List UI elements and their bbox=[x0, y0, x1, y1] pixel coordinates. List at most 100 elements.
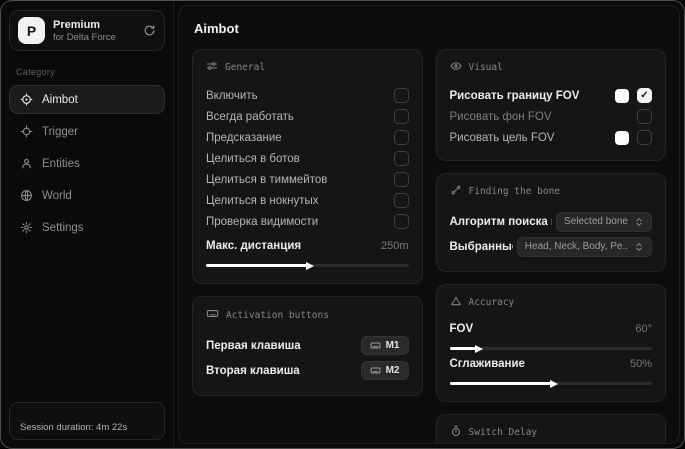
fov-target-row: Рисовать цель FOV bbox=[449, 127, 652, 148]
sidebar-item-label: World bbox=[42, 189, 72, 202]
first-key-label: Первая клавиша bbox=[206, 339, 301, 352]
sidebar-item-label: Entities bbox=[42, 157, 80, 170]
refresh-icon[interactable] bbox=[143, 24, 156, 37]
checkbox-fov-border[interactable] bbox=[637, 88, 652, 103]
fov-background-label: Рисовать фон FOV bbox=[449, 110, 552, 123]
sidebar-item-entities[interactable]: Entities bbox=[9, 149, 165, 178]
checkbox-fov-background[interactable] bbox=[637, 109, 652, 124]
sidebar-item-label: Trigger bbox=[42, 125, 78, 138]
fov-slider-group: FOV 60° bbox=[449, 320, 652, 350]
session-duration-box: Session duration: 4m 22s bbox=[9, 402, 165, 440]
toggle-label: Целиться в тиммейтов bbox=[206, 173, 328, 186]
sidebar-item-label: Aimbot bbox=[42, 93, 78, 106]
product-logo: P bbox=[18, 17, 45, 44]
trigger-crosshair-icon bbox=[20, 125, 33, 138]
selected-bones-select[interactable]: Head, Neck, Body, Pe.. bbox=[516, 236, 652, 257]
fov-slider-value: 60° bbox=[635, 323, 652, 335]
fov-target-color-swatch[interactable] bbox=[615, 130, 629, 145]
sidebar-item-label: Settings bbox=[42, 221, 84, 234]
sidebar-item-aimbot[interactable]: Aimbot bbox=[9, 85, 165, 114]
toggle-row-enable: Включить bbox=[206, 85, 409, 106]
second-key-button[interactable]: M2 bbox=[360, 361, 409, 380]
bone-icon bbox=[450, 184, 462, 199]
toggle-row-always-work: Всегда работать bbox=[206, 106, 409, 127]
max-distance-slider-group: Макс. дистанция 250m bbox=[206, 237, 409, 267]
gear-icon bbox=[20, 221, 33, 234]
sidebar-item-trigger[interactable]: Trigger bbox=[9, 117, 165, 146]
max-distance-value: 250m bbox=[380, 240, 409, 252]
product-subtitle: for Delta Force bbox=[53, 31, 116, 43]
switch-delay-card: Switch Delay Задержка переключения Задер… bbox=[435, 414, 666, 443]
selected-bones-label: Выбранные кости bbox=[449, 240, 513, 253]
switch-delay-header: Switch Delay bbox=[450, 425, 653, 440]
toggle-label: Целиться в ботов bbox=[206, 152, 300, 165]
accuracy-header: Accuracy bbox=[450, 295, 653, 310]
smoothing-slider[interactable] bbox=[449, 382, 652, 385]
triangle-icon bbox=[450, 295, 462, 310]
selected-bones-row: Выбранные кости Head, Neck, Body, Pe.. bbox=[449, 234, 652, 259]
entities-person-icon bbox=[20, 157, 33, 170]
globe-icon bbox=[20, 189, 33, 202]
sliders-icon bbox=[206, 60, 218, 75]
max-distance-label: Макс. дистанция bbox=[206, 240, 302, 252]
fov-slider-label: FOV bbox=[449, 323, 474, 335]
fov-target-label: Рисовать цель FOV bbox=[449, 131, 555, 144]
checkbox-target-bots[interactable] bbox=[393, 151, 409, 166]
smoothing-slider-value: 50% bbox=[629, 358, 652, 370]
activation-header: Activation buttons bbox=[206, 307, 409, 323]
toggle-label: Целиться в нокнутых bbox=[206, 194, 319, 207]
toggle-row-prediction: Предсказание bbox=[206, 127, 409, 148]
fov-background-row: Рисовать фон FOV bbox=[449, 106, 652, 127]
finding-bone-card: Finding the bone Алгоритм поиска кости S… bbox=[435, 173, 666, 272]
app-window: P Premium for Delta Force Category Aimbo… bbox=[0, 0, 685, 449]
sidebar: P Premium for Delta Force Category Aimbo… bbox=[1, 1, 174, 448]
bone-algorithm-select[interactable]: Selected bone bbox=[556, 211, 652, 232]
page-title: Aimbot bbox=[194, 21, 239, 36]
bone-algorithm-label: Алгоритм поиска кости bbox=[449, 215, 553, 228]
smoothing-slider-group: Сглаживание 50% bbox=[449, 355, 652, 385]
chevrons-up-down-icon bbox=[636, 242, 642, 251]
bone-algorithm-row: Алгоритм поиска кости Selected bone bbox=[449, 209, 652, 234]
fov-slider[interactable] bbox=[449, 347, 652, 350]
toggle-row-target-teammates: Целиться в тиммейтов bbox=[206, 169, 409, 190]
toggle-row-visibility-check: Проверка видимости bbox=[206, 211, 409, 232]
bone-header: Finding the bone bbox=[450, 184, 653, 199]
stopwatch-icon bbox=[450, 425, 462, 440]
main-panel: Aimbot General Включить Всегда работать … bbox=[178, 5, 680, 444]
visual-card: Visual Рисовать границу FOV Рисовать фон… bbox=[435, 49, 666, 161]
second-key-label: Вторая клавиша bbox=[206, 364, 300, 377]
checkbox-always-work[interactable] bbox=[393, 109, 409, 124]
sidebar-item-settings[interactable]: Settings bbox=[9, 213, 165, 242]
sidebar-item-world[interactable]: World bbox=[9, 181, 165, 210]
accuracy-card: Accuracy FOV 60° Сглаживание 50% bbox=[435, 284, 666, 402]
toggle-label: Включить bbox=[206, 89, 258, 102]
smoothing-slider-label: Сглаживание bbox=[449, 358, 525, 370]
product-card: P Premium for Delta Force bbox=[9, 10, 165, 51]
category-label: Category bbox=[16, 67, 55, 77]
checkbox-target-knocked[interactable] bbox=[393, 193, 409, 208]
checkbox-prediction[interactable] bbox=[393, 130, 409, 145]
eye-icon bbox=[449, 60, 462, 75]
first-key-row: Первая клавиша M1 bbox=[206, 333, 409, 358]
keyboard-icon bbox=[206, 307, 219, 323]
toggle-label: Проверка видимости bbox=[206, 215, 319, 228]
visual-header: Visual bbox=[449, 60, 653, 75]
fov-border-label: Рисовать границу FOV bbox=[449, 89, 580, 102]
checkbox-visibility-check[interactable] bbox=[393, 214, 409, 229]
checkbox-fov-target[interactable] bbox=[637, 130, 652, 145]
toggle-label: Предсказание bbox=[206, 131, 282, 144]
fov-border-color-swatch[interactable] bbox=[615, 88, 629, 103]
toggle-row-target-bots: Целиться в ботов bbox=[206, 148, 409, 169]
activation-buttons-card: Activation buttons Первая клавиша M1 Вто… bbox=[192, 296, 423, 396]
session-duration-text: Session duration: 4m 22s bbox=[20, 422, 128, 433]
product-name: Premium bbox=[53, 18, 101, 31]
toggle-row-target-knocked: Целиться в нокнутых bbox=[206, 190, 409, 211]
max-distance-slider[interactable] bbox=[206, 264, 409, 267]
first-key-button[interactable]: M1 bbox=[360, 336, 409, 355]
toggle-label: Всегда работать bbox=[206, 110, 294, 123]
chevrons-up-down-icon bbox=[636, 217, 642, 226]
checkbox-target-teammates[interactable] bbox=[393, 172, 409, 187]
checkbox-enable[interactable] bbox=[393, 88, 409, 103]
fov-border-row: Рисовать границу FOV bbox=[449, 85, 652, 106]
general-card: General Включить Всегда работать Предска… bbox=[192, 49, 423, 284]
